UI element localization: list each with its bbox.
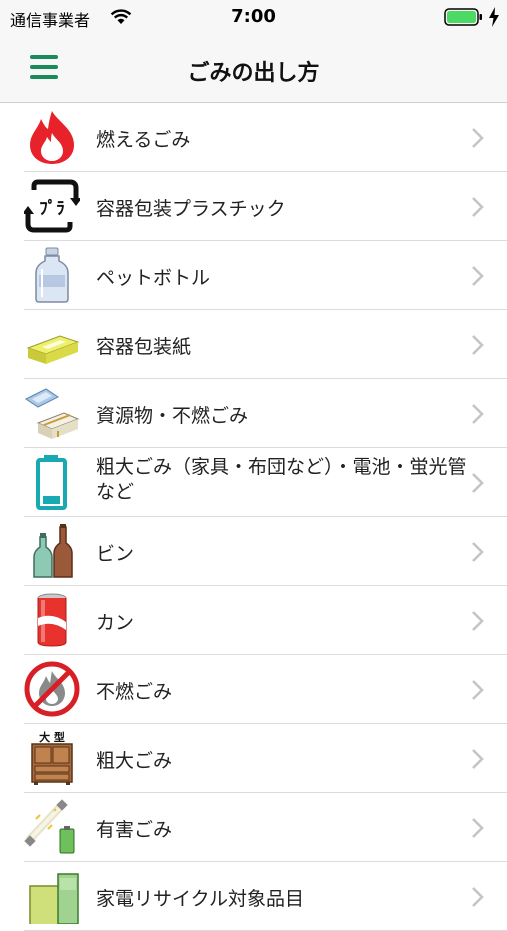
list-item-label: 燃えるごみ xyxy=(96,129,191,151)
battery-status-icon xyxy=(444,8,482,26)
list-item-label: 有害ごみ xyxy=(96,819,173,841)
plastic-recycle-icon: ﾌﾟﾗ xyxy=(24,179,80,233)
no-burn-icon xyxy=(24,661,80,717)
chevron-right-icon xyxy=(472,404,484,424)
list-item-plastic-packaging[interactable]: ﾌﾟﾗ 容器包装プラスチック xyxy=(0,172,507,241)
list-item-bulky-battery-lamp[interactable]: 粗大ごみ（家具・布団など）・電池・蛍光管など xyxy=(0,448,507,517)
chevron-right-icon xyxy=(472,335,484,355)
list-item-appliance-recycling[interactable]: 家電リサイクル対象品目 xyxy=(0,862,507,931)
list-item-glass-bottles[interactable]: ビン xyxy=(0,517,507,586)
list-item-label: 粗大ごみ xyxy=(96,750,173,772)
chevron-right-icon xyxy=(472,611,484,631)
battery-icon xyxy=(36,455,67,510)
list-item-burnable[interactable]: 燃えるごみ xyxy=(0,103,507,172)
list-item-label: 家電リサイクル対象品目 xyxy=(96,888,305,910)
list-item-label: ビン xyxy=(96,543,135,565)
chevron-right-icon xyxy=(472,266,484,286)
charging-icon xyxy=(489,7,499,27)
garbage-category-list: 燃えるごみ ﾌﾟﾗ 容器包装プラスチック ペットボトル 容器包装紙 資源物・不燃… xyxy=(0,103,507,931)
can-icon xyxy=(37,593,67,647)
svg-text:ﾌﾟﾗ: ﾌﾟﾗ xyxy=(39,198,65,219)
chevron-right-icon xyxy=(472,128,484,148)
chevron-right-icon xyxy=(472,749,484,769)
list-item-pet-bottle[interactable]: ペットボトル xyxy=(0,241,507,310)
paper-box-icon xyxy=(26,335,80,364)
list-item-non-burnable[interactable]: 不燃ごみ xyxy=(0,655,507,724)
chevron-right-icon xyxy=(472,542,484,562)
chevron-right-icon xyxy=(472,680,484,700)
chevron-right-icon xyxy=(472,818,484,838)
list-item-label: 資源物・不燃ごみ xyxy=(96,405,249,427)
chevron-right-icon xyxy=(472,473,484,493)
navigation-bar: ごみの出し方 xyxy=(0,34,507,103)
page-title: ごみの出し方 xyxy=(187,61,320,86)
pet-bottle-icon xyxy=(35,247,69,303)
list-item-paper-packaging[interactable]: 容器包装紙 xyxy=(0,310,507,379)
list-item-resources[interactable]: 資源物・不燃ごみ xyxy=(0,379,507,448)
list-item-label: 不燃ごみ xyxy=(96,681,173,703)
list-item-label: 容器包装プラスチック xyxy=(96,198,286,220)
list-item-label: カン xyxy=(96,612,135,634)
list-item-hazardous[interactable]: 有害ごみ xyxy=(0,793,507,862)
list-item-label: ペットボトル xyxy=(96,267,211,289)
svg-text:大 型: 大 型 xyxy=(39,730,65,744)
list-item-label: 容器包装紙 xyxy=(96,336,192,358)
furniture-icon: 大 型 xyxy=(31,730,73,785)
status-bar: 通信事業者 7:00 xyxy=(0,0,507,34)
fluorescent-lamp-icon xyxy=(24,799,75,854)
newspaper-bundle-icon xyxy=(25,388,80,439)
appliance-icon xyxy=(29,873,79,924)
chevron-right-icon xyxy=(472,197,484,217)
list-item-cans[interactable]: カン xyxy=(0,586,507,655)
flame-icon xyxy=(30,111,74,164)
list-item-label: 粗大ごみ（家具・布団など）・電池・蛍光管など xyxy=(96,456,467,503)
glass-bottle-icon xyxy=(33,524,73,578)
status-time: 7:00 xyxy=(231,6,276,27)
chevron-right-icon xyxy=(472,887,484,907)
list-item-bulky[interactable]: 大 型 粗大ごみ xyxy=(0,724,507,793)
